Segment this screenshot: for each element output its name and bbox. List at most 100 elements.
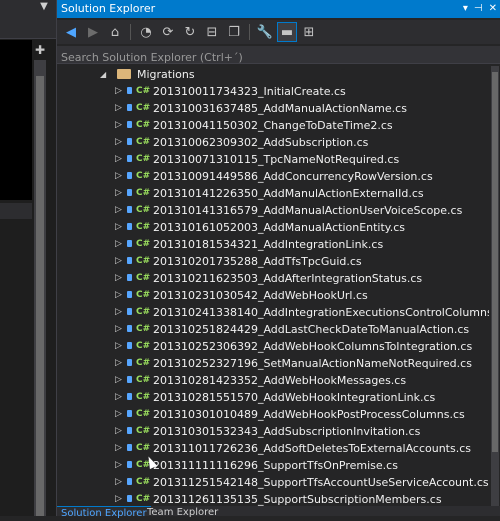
tree-file-item[interactable]: ▷ C# 201310281423352_AddWebHookMessages.cs <box>57 372 489 389</box>
lock-icon <box>127 393 132 400</box>
lock-icon <box>127 410 132 417</box>
tree-file-item[interactable]: ▷ C# 201311251542148_SupportTfsAccountUseS… <box>57 474 489 491</box>
forward-icon[interactable]: ▶ <box>83 22 103 42</box>
tree-file-item[interactable]: ▷ C# 201311011726236_AddSoftDeletesToExter… <box>57 440 489 457</box>
lock-icon <box>127 325 132 332</box>
expand-arrow-icon[interactable]: ▷ <box>115 338 122 355</box>
pin-icon[interactable]: ⊣ <box>474 0 483 18</box>
lock-icon <box>127 308 132 315</box>
file-name: 201310141316579_AddManualActionUserVoice… <box>153 204 463 217</box>
close-icon[interactable]: ✕ <box>489 0 497 18</box>
expand-arrow-icon[interactable]: ▷ <box>115 117 122 134</box>
expand-arrow-icon[interactable]: ▷ <box>115 134 122 151</box>
tree-file-item[interactable]: ▷ C# 201310091449586_AddConcurrencyRowVers… <box>57 168 489 185</box>
expand-arrow-icon[interactable]: ▷ <box>115 287 122 304</box>
file-name: 201310301532343_AddSubscriptionInvitatio… <box>153 425 421 438</box>
lock-icon <box>127 444 132 451</box>
tab-solution-explorer[interactable]: Solution Explorer <box>57 506 151 521</box>
tree-file-item[interactable]: ▷ C# 201310031637485_AddManualActionName.c… <box>57 100 489 117</box>
split-icon[interactable]: ✚ <box>34 44 46 56</box>
expand-arrow-icon[interactable]: ▷ <box>115 372 122 389</box>
refresh-icon[interactable]: ↻ <box>180 22 200 42</box>
file-name: 201310031637485_AddManualActionName.cs <box>153 102 407 115</box>
tree-file-item[interactable]: ▷ C# 201310231030542_AddWebHookUrl.cs <box>57 287 489 304</box>
expand-arrow-icon[interactable]: ▷ <box>115 100 122 117</box>
tree-file-item[interactable]: ▷ C# 201310141316579_AddManualActionUserVo… <box>57 202 489 219</box>
file-name: 201311251542148_SupportTfsAccountUseServ… <box>153 476 489 489</box>
expand-arrow-icon[interactable]: ▷ <box>115 474 122 491</box>
expand-arrow-icon[interactable]: ▷ <box>115 219 122 236</box>
chevron-down-icon[interactable]: ▼ <box>37 0 51 14</box>
lock-icon <box>127 342 132 349</box>
show-all-files-icon[interactable]: ❐ <box>224 22 244 42</box>
expand-arrow-icon[interactable]: ▷ <box>115 253 122 270</box>
expand-arrow-icon[interactable]: ▷ <box>115 440 122 457</box>
expand-arrow-icon[interactable]: ▷ <box>115 236 122 253</box>
file-name: 201310201735288_AddTfsTpcGuid.cs <box>153 255 362 268</box>
tree-file-item[interactable]: ▷ C# 201311261135135_SupportSubscriptionMe… <box>57 491 489 506</box>
expand-arrow-icon[interactable]: ▷ <box>115 270 122 287</box>
tree-file-item[interactable]: ▷ C# 201310281551570_AddWebHookIntegration… <box>57 389 489 406</box>
tab-team-explorer[interactable]: Team Explorer <box>143 506 222 520</box>
expand-arrow-icon[interactable]: ▷ <box>115 304 122 321</box>
lock-icon <box>127 223 132 230</box>
collapse-arrow-icon[interactable]: ◢ <box>100 66 106 83</box>
tree-file-item[interactable]: ▷ C# 201310241338140_AddIntegrationExecuti… <box>57 304 489 321</box>
tree-file-item[interactable]: ▷ C# 201310301010489_AddWebHookPostProcess… <box>57 406 489 423</box>
tree-file-item[interactable]: ▷ C# 201310252327196_SetManualActionNameNo… <box>57 355 489 372</box>
expand-arrow-icon[interactable]: ▷ <box>115 389 122 406</box>
csharp-file-icon: C# <box>136 256 151 266</box>
csharp-file-icon: C# <box>136 154 151 164</box>
expand-arrow-icon[interactable]: ▷ <box>115 423 122 440</box>
csharp-file-icon: C# <box>136 205 151 215</box>
editor-separator <box>0 203 32 219</box>
tree-file-item[interactable]: ▷ C# 201310041150302_ChangeToDateTime2.cs <box>57 117 489 134</box>
tree-file-item[interactable]: ▷ C# 201310141226350_AddManulActionExterna… <box>57 185 489 202</box>
search-input[interactable] <box>57 48 500 67</box>
expand-arrow-icon[interactable]: ▷ <box>115 185 122 202</box>
expand-arrow-icon[interactable]: ▷ <box>115 457 122 474</box>
expand-arrow-icon[interactable]: ▷ <box>115 168 122 185</box>
expand-arrow-icon[interactable]: ▷ <box>115 151 122 168</box>
tree-file-item[interactable]: ▷ C# 201310161052003_AddManualActionEntity… <box>57 219 489 236</box>
tree-file-item[interactable]: ▷ C# 201310062309302_AddSubscription.cs <box>57 134 489 151</box>
pending-changes-filter-icon[interactable]: ◔ <box>136 22 156 42</box>
file-name: 201310252327196_SetManualActionNameNotRe… <box>153 357 472 370</box>
csharp-file-icon: C# <box>136 290 151 300</box>
properties-wrench-icon[interactable]: 🔧 <box>255 22 275 42</box>
lock-icon <box>127 87 132 94</box>
editor-scroll-thumb[interactable] <box>36 76 44 516</box>
tree-file-item[interactable]: ▷ C# 201310251824429_AddLastCheckDateToMan… <box>57 321 489 338</box>
tree-file-item[interactable]: ▷ C# 201310011734323_InitialCreate.cs <box>57 83 489 100</box>
lock-icon <box>127 206 132 213</box>
expand-arrow-icon[interactable]: ▷ <box>115 321 122 338</box>
csharp-file-icon: C# <box>136 426 151 436</box>
tree-file-item[interactable]: ▷ C# 201311111116296_SupportTfsOnPremise.c… <box>57 457 489 474</box>
tree-file-item[interactable]: ▷ C# 201310181534321_AddIntegrationLink.cs <box>57 236 489 253</box>
tree-file-item[interactable]: ▷ C# 201310211623503_AddAfterIntegrationSt… <box>57 270 489 287</box>
tree-file-item[interactable]: ▷ C# 201310301532343_AddSubscriptionInvita… <box>57 423 489 440</box>
tree-scroll-thumb[interactable] <box>492 72 498 452</box>
collapse-all-icon[interactable]: ⊟ <box>202 22 222 42</box>
dropdown-icon[interactable]: ▾ <box>463 0 468 18</box>
back-icon[interactable]: ◀ <box>61 22 81 42</box>
expand-arrow-icon[interactable]: ▷ <box>115 491 122 506</box>
editor-content-lower[interactable] <box>0 220 32 516</box>
editor-content[interactable] <box>0 40 32 200</box>
expand-arrow-icon[interactable]: ▷ <box>115 83 122 100</box>
editor-tabstrip <box>0 16 56 39</box>
expand-arrow-icon[interactable]: ▷ <box>115 406 122 423</box>
csharp-file-icon: C# <box>136 341 151 351</box>
tree-file-item[interactable]: ▷ C# 201310201735288_AddTfsTpcGuid.cs <box>57 253 489 270</box>
view-class-diagram-icon[interactable]: ⊞ <box>299 22 319 42</box>
home-icon[interactable]: ⌂ <box>105 22 125 42</box>
expand-arrow-icon[interactable]: ▷ <box>115 355 122 372</box>
tree-folder-migrations[interactable]: ◢ Migrations <box>57 66 489 83</box>
tree-file-item[interactable]: ▷ C# 201310071310115_TpcNameNotRequired.cs <box>57 151 489 168</box>
lock-icon <box>127 291 132 298</box>
expand-arrow-icon[interactable]: ▷ <box>115 202 122 219</box>
preview-selected-items-icon[interactable]: ▬ <box>277 22 297 42</box>
sync-icon[interactable]: ⟳ <box>158 22 178 42</box>
lock-icon <box>127 189 132 196</box>
tree-file-item[interactable]: ▷ C# 201310252306392_AddWebHookColumnsToIn… <box>57 338 489 355</box>
